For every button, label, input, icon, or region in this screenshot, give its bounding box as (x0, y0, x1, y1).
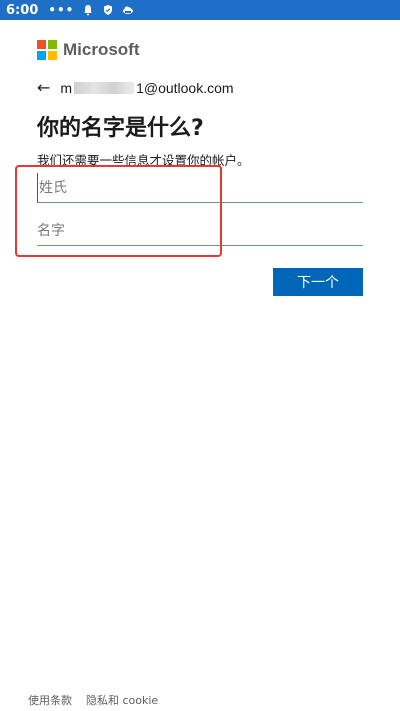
microsoft-logo: Microsoft (37, 40, 140, 60)
status-time: 6:00 (6, 2, 39, 18)
email-start: m (60, 79, 73, 96)
page-subtitle: 我们还需要一些信息才设置你的帐户。 (37, 153, 250, 168)
bell-icon (84, 5, 93, 16)
email-end: 1@outlook.com (136, 79, 234, 96)
status-dots: ••• (48, 3, 75, 17)
next-button[interactable]: 下一个 (273, 268, 363, 296)
shield-icon (104, 5, 113, 15)
footer: 使用条款 隐私和 cookie (28, 692, 158, 708)
page-title: 你的名字是什么? (37, 116, 204, 141)
back-arrow-icon[interactable]: ← (37, 78, 50, 97)
cloud-icon (123, 6, 134, 14)
terms-link[interactable]: 使用条款 (28, 692, 72, 708)
privacy-link[interactable]: 隐私和 cookie (86, 692, 158, 708)
surname-input[interactable] (37, 173, 363, 203)
microsoft-logo-icon (37, 40, 57, 60)
account-row: ← m 1@outlook.com (37, 78, 234, 97)
email-redacted (74, 81, 135, 94)
status-bar: 6:00 ••• (0, 0, 400, 20)
brand-name: Microsoft (63, 40, 140, 59)
given-name-input[interactable] (37, 216, 363, 246)
